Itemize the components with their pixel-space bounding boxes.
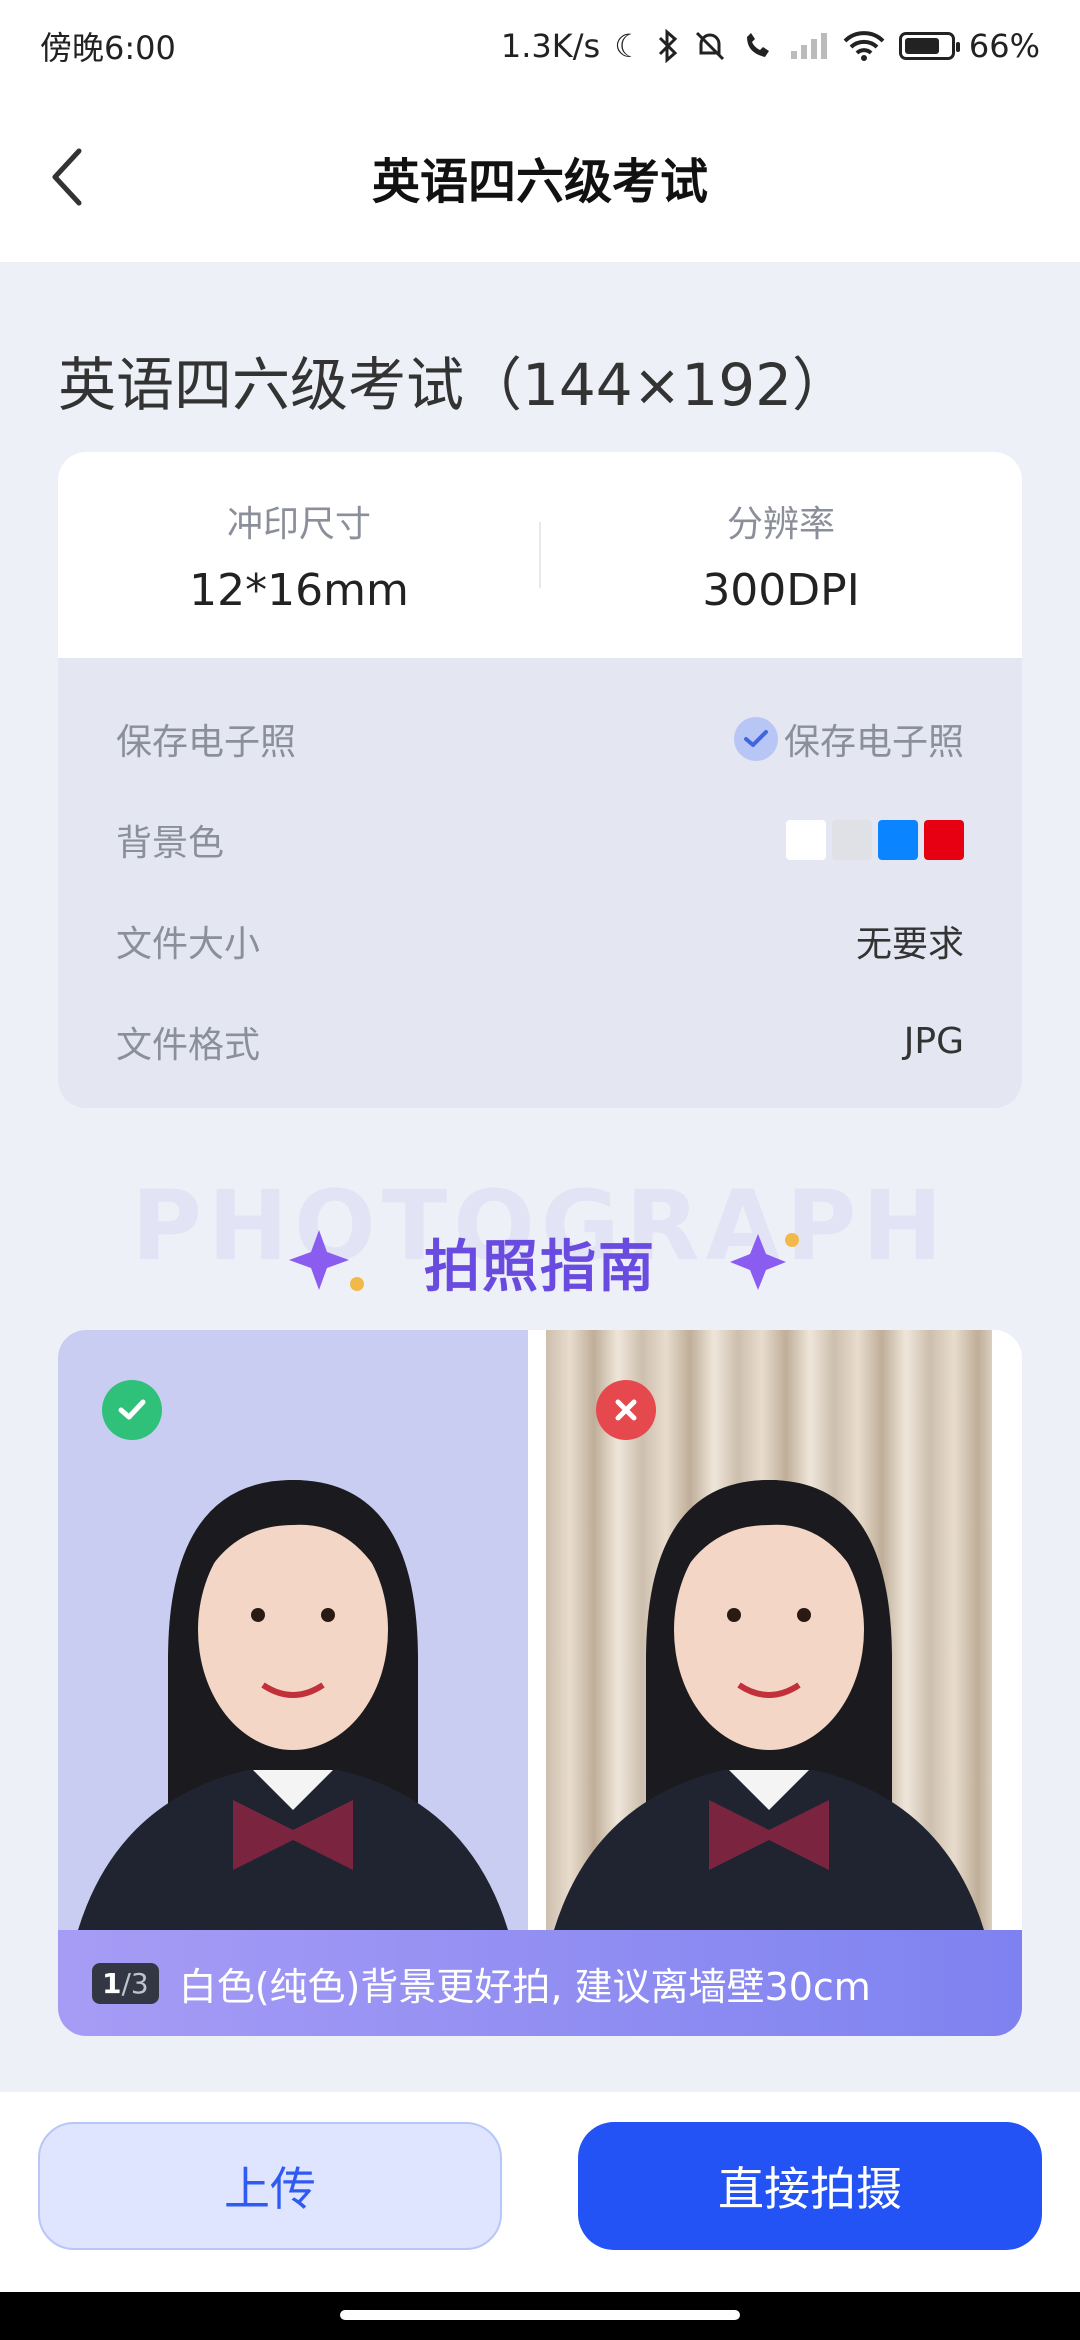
file-size-value: 无要求	[855, 923, 964, 965]
swatch-gray[interactable]	[832, 819, 872, 860]
battery-percent: 66%	[968, 27, 1040, 65]
status-time: 傍晚6:00	[40, 29, 176, 67]
page-title: 英语四六级考试（144×192）	[58, 351, 851, 419]
gesture-area	[0, 2292, 1080, 2340]
bad-example-photo	[546, 1330, 992, 1930]
print-size: 冲印尺寸 12*16mm	[58, 495, 540, 616]
status-icons: 1.3K/s ☾ 66%	[501, 27, 1040, 65]
upload-button[interactable]: 上传	[38, 2122, 502, 2250]
bottom-action-bar: 上传 直接拍摄	[0, 2092, 1080, 2292]
status-bar: 傍晚6:00 1.3K/s ☾ 66%	[0, 0, 1080, 92]
spec-row-save: 保存电子照 保存电子照	[116, 688, 964, 789]
spec-row-label: 文件大小	[116, 923, 261, 965]
spec-row-label: 背景色	[116, 822, 225, 864]
moon-icon: ☾	[614, 27, 643, 65]
spec-row-label: 保存电子照	[116, 721, 297, 763]
swatch-red[interactable]	[924, 819, 964, 860]
chevron-left-icon	[52, 148, 82, 206]
home-gesture-bar[interactable]	[340, 2310, 740, 2320]
network-speed: 1.3K/s	[500, 27, 601, 65]
save-photo-label: 保存电子照	[783, 721, 964, 763]
guide-card[interactable]: 1/3 白色(纯色)背景更好拍, 建议离墙壁30cm	[58, 1330, 1022, 2036]
resolution: 分辨率 300DPI	[540, 495, 1022, 616]
background-swatches	[786, 819, 964, 860]
guide-title: 拍照指南	[424, 1235, 656, 1300]
call-icon	[746, 33, 769, 57]
guide-heading: PHOTOGRAPH 拍照指南	[0, 1170, 1080, 1300]
mute-icon	[695, 31, 724, 61]
guide-caption-text: 白色(纯色)背景更好拍, 建议离墙壁30cm	[178, 1964, 871, 2009]
spec-summary: 冲印尺寸 12*16mm 分辨率 300DPI	[58, 452, 1022, 658]
good-example-photo	[58, 1330, 528, 1930]
cross-icon	[596, 1380, 656, 1440]
signal-icon	[790, 33, 827, 59]
check-icon	[733, 716, 778, 761]
back-button[interactable]	[32, 142, 102, 212]
nav-bar: 英语四六级考试	[0, 92, 1080, 262]
spec-row-format: 文件格式 JPG	[116, 991, 964, 1092]
resolution-label: 分辨率	[726, 503, 835, 545]
save-photo-checkbox[interactable]: 保存电子照	[733, 713, 964, 765]
spec-card: 冲印尺寸 12*16mm 分辨率 300DPI 保存电子照 保存电子照 背景色	[58, 452, 1022, 1108]
wifi-icon	[843, 31, 885, 61]
spec-divider	[539, 522, 541, 588]
nav-title: 英语四六级考试	[371, 154, 708, 210]
battery-icon	[898, 32, 960, 60]
guide-caption: 1/3 白色(纯色)背景更好拍, 建议离墙壁30cm	[58, 1930, 1022, 2036]
spec-row-filesize: 文件大小 无要求	[116, 890, 964, 991]
spec-row-label: 文件格式	[116, 1024, 261, 1066]
check-icon	[102, 1380, 162, 1440]
print-size-label: 冲印尺寸	[226, 503, 371, 545]
pager-current: 1	[102, 1966, 122, 2000]
bluetooth-icon	[658, 29, 678, 63]
take-photo-button[interactable]: 直接拍摄	[578, 2122, 1042, 2250]
sparkle-right-icon	[730, 1233, 799, 1290]
file-format-value: JPG	[903, 1021, 964, 1062]
spec-row-background: 背景色	[116, 789, 964, 890]
pager-total: /3	[121, 1966, 149, 2000]
swatch-blue[interactable]	[878, 819, 918, 860]
print-size-value: 12*16mm	[189, 564, 409, 616]
swatch-white[interactable]	[786, 819, 826, 860]
guide-pager: 1/3	[92, 1962, 159, 2004]
spec-rows: 保存电子照 保存电子照 背景色 文件大小 无要求 文件格式 JPG	[58, 658, 1022, 1092]
resolution-value: 300DPI	[702, 564, 860, 616]
